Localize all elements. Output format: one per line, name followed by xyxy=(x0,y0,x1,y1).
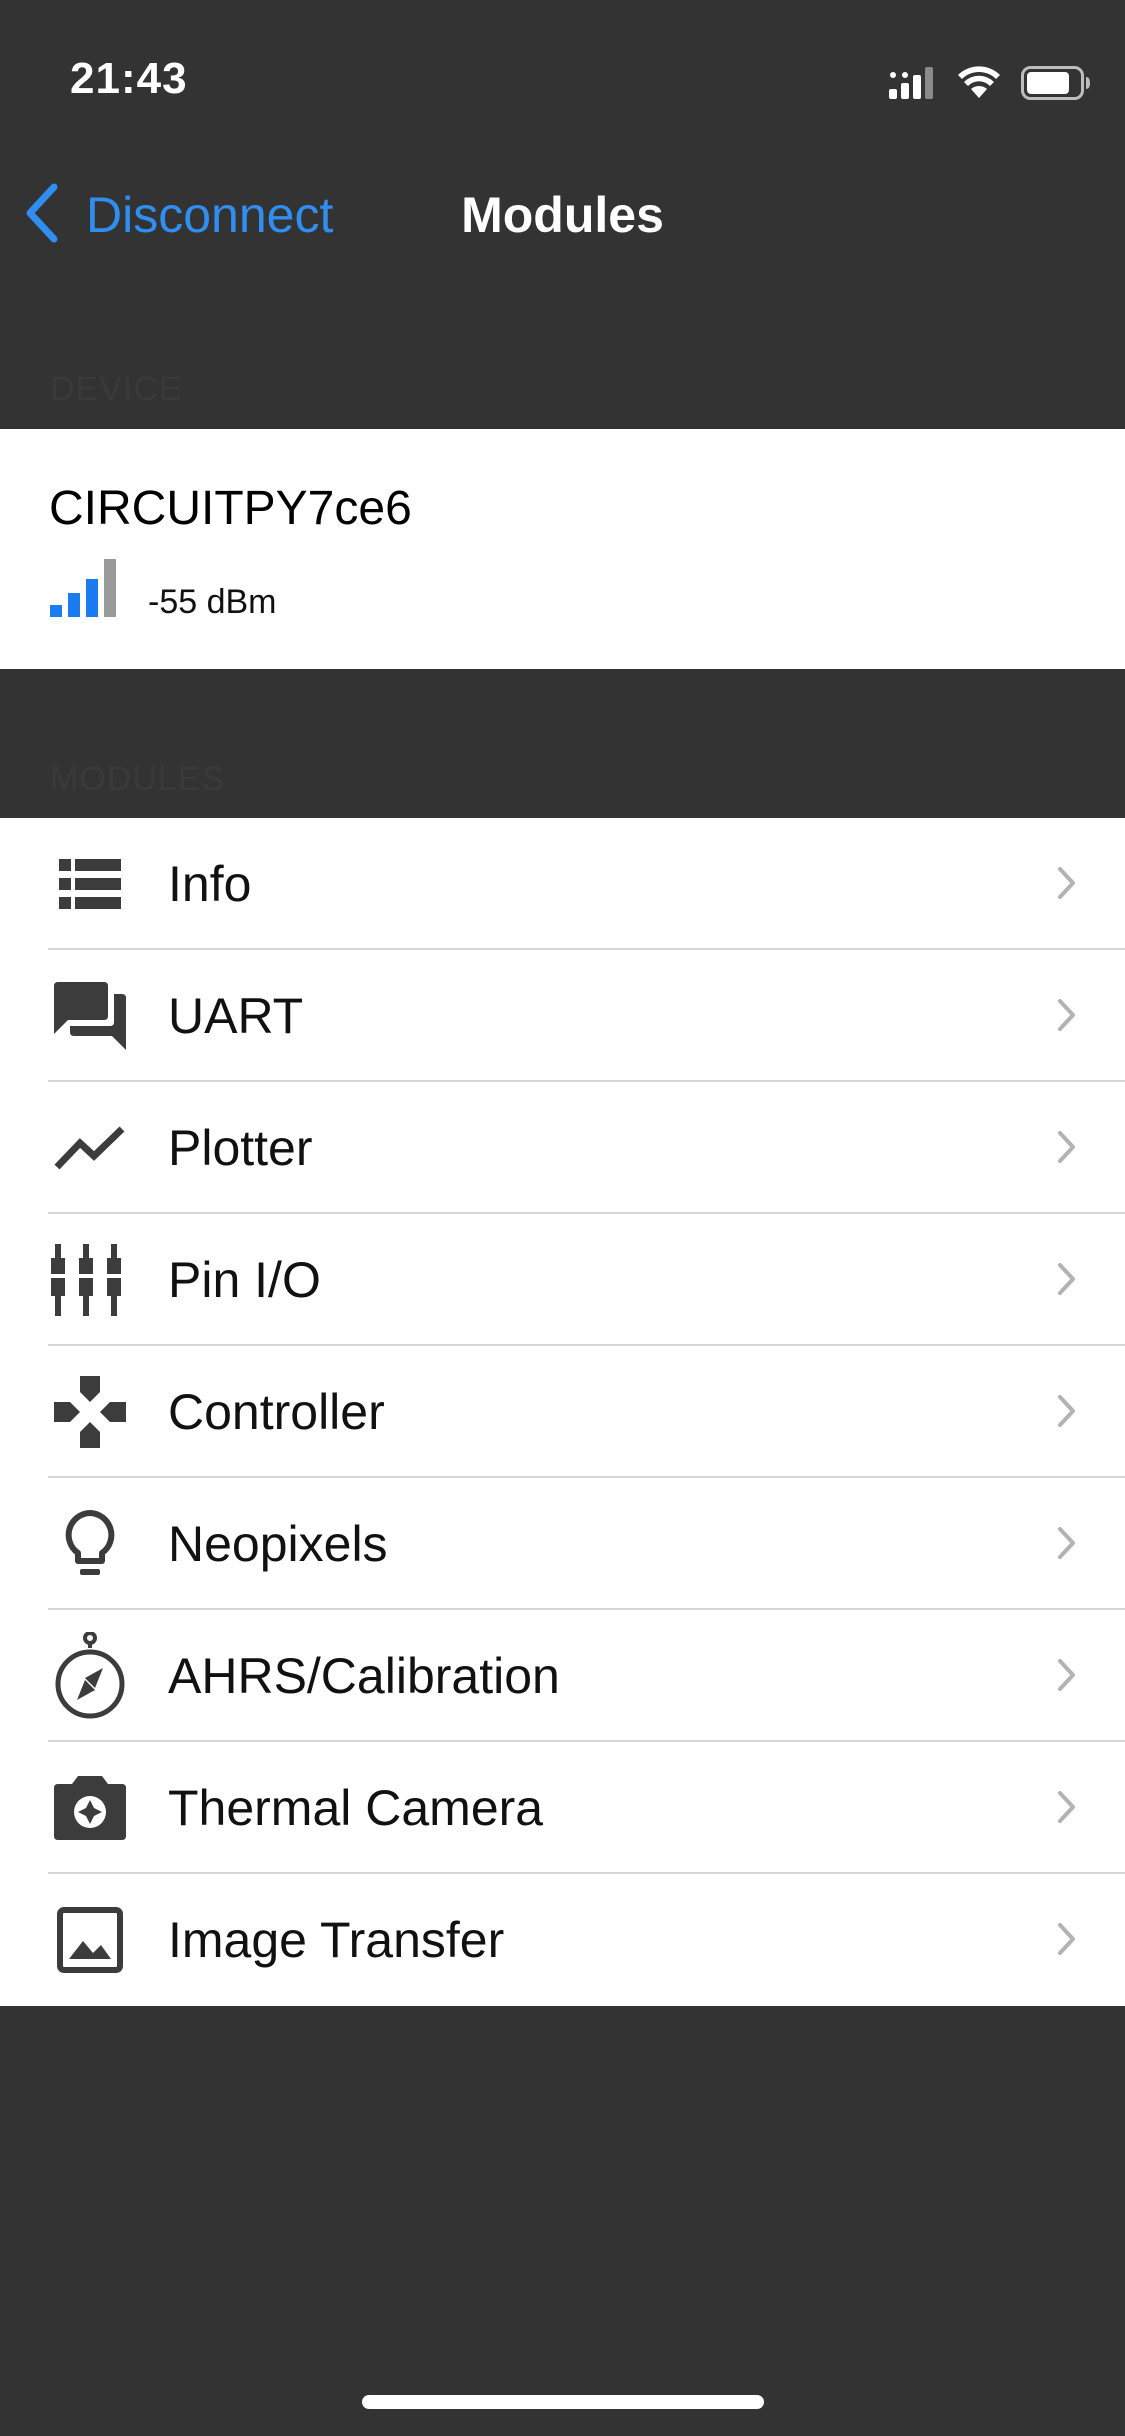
module-label: Pin I/O xyxy=(168,1252,321,1308)
chevron-right-icon xyxy=(1057,1790,1077,1829)
navigation-bar: Disconnect Modules xyxy=(0,150,1125,282)
device-section-header: DEVICE xyxy=(50,370,183,408)
module-row-neopixels[interactable]: Neopixels xyxy=(0,1478,1125,1610)
module-row-controller[interactable]: Controller xyxy=(0,1346,1125,1478)
modules-section-header: MODULES xyxy=(50,760,226,798)
chat-icon xyxy=(50,980,130,1052)
module-row-pin-io[interactable]: Pin I/O xyxy=(0,1214,1125,1346)
chevron-right-icon xyxy=(1057,1922,1077,1961)
battery-icon xyxy=(1021,66,1091,100)
module-label: Image Transfer xyxy=(168,1912,505,1968)
pins-icon xyxy=(50,1244,130,1316)
module-row-uart[interactable]: UART xyxy=(0,950,1125,1082)
lightbulb-icon xyxy=(50,1508,130,1580)
module-row-info[interactable]: Info xyxy=(0,818,1125,950)
page-title: Modules xyxy=(461,187,664,243)
cellular-signal-icon xyxy=(889,65,937,101)
chevron-right-icon xyxy=(1057,1130,1077,1169)
module-label: Info xyxy=(168,856,252,912)
module-label: Neopixels xyxy=(168,1516,388,1572)
chevron-right-icon xyxy=(1057,866,1077,905)
device-cell: CIRCUITPY7ce6 -55 dBm xyxy=(0,429,1125,669)
line-chart-icon xyxy=(50,1112,130,1184)
signal-strength-icon xyxy=(50,557,118,622)
status-icons xyxy=(889,58,1091,108)
wifi-icon xyxy=(957,66,1001,100)
module-row-ahrs-calibration[interactable]: AHRS/Calibration xyxy=(0,1610,1125,1742)
status-time: 21:43 xyxy=(70,54,188,103)
device-name: CIRCUITPY7ce6 xyxy=(49,482,412,535)
rssi-value: -55 dBm xyxy=(148,583,277,621)
rssi-row: -55 dBm xyxy=(50,557,277,622)
chevron-right-icon xyxy=(1057,1526,1077,1565)
gamepad-icon xyxy=(50,1376,130,1448)
module-row-plotter[interactable]: Plotter xyxy=(0,1082,1125,1214)
module-label: Thermal Camera xyxy=(168,1780,544,1836)
module-row-thermal-camera[interactable]: Thermal Camera xyxy=(0,1742,1125,1874)
chevron-right-icon xyxy=(1057,1658,1077,1697)
status-bar: 21:43 xyxy=(0,0,1125,132)
camera-icon xyxy=(50,1772,130,1844)
chevron-right-icon xyxy=(1057,1262,1077,1301)
list-icon xyxy=(50,848,130,920)
compass-icon xyxy=(50,1632,130,1719)
home-indicator[interactable] xyxy=(362,2395,764,2409)
image-icon xyxy=(50,1904,130,1976)
chevron-right-icon xyxy=(1057,998,1077,1037)
module-label: AHRS/Calibration xyxy=(168,1648,560,1704)
module-label: Plotter xyxy=(168,1120,313,1176)
modules-list: Info UART Plotter Pin I/O Controller Neo… xyxy=(0,818,1125,2006)
module-label: Controller xyxy=(168,1384,385,1440)
module-row-image-transfer[interactable]: Image Transfer xyxy=(0,1874,1125,2006)
chevron-right-icon xyxy=(1057,1394,1077,1433)
module-label: UART xyxy=(168,988,304,1044)
